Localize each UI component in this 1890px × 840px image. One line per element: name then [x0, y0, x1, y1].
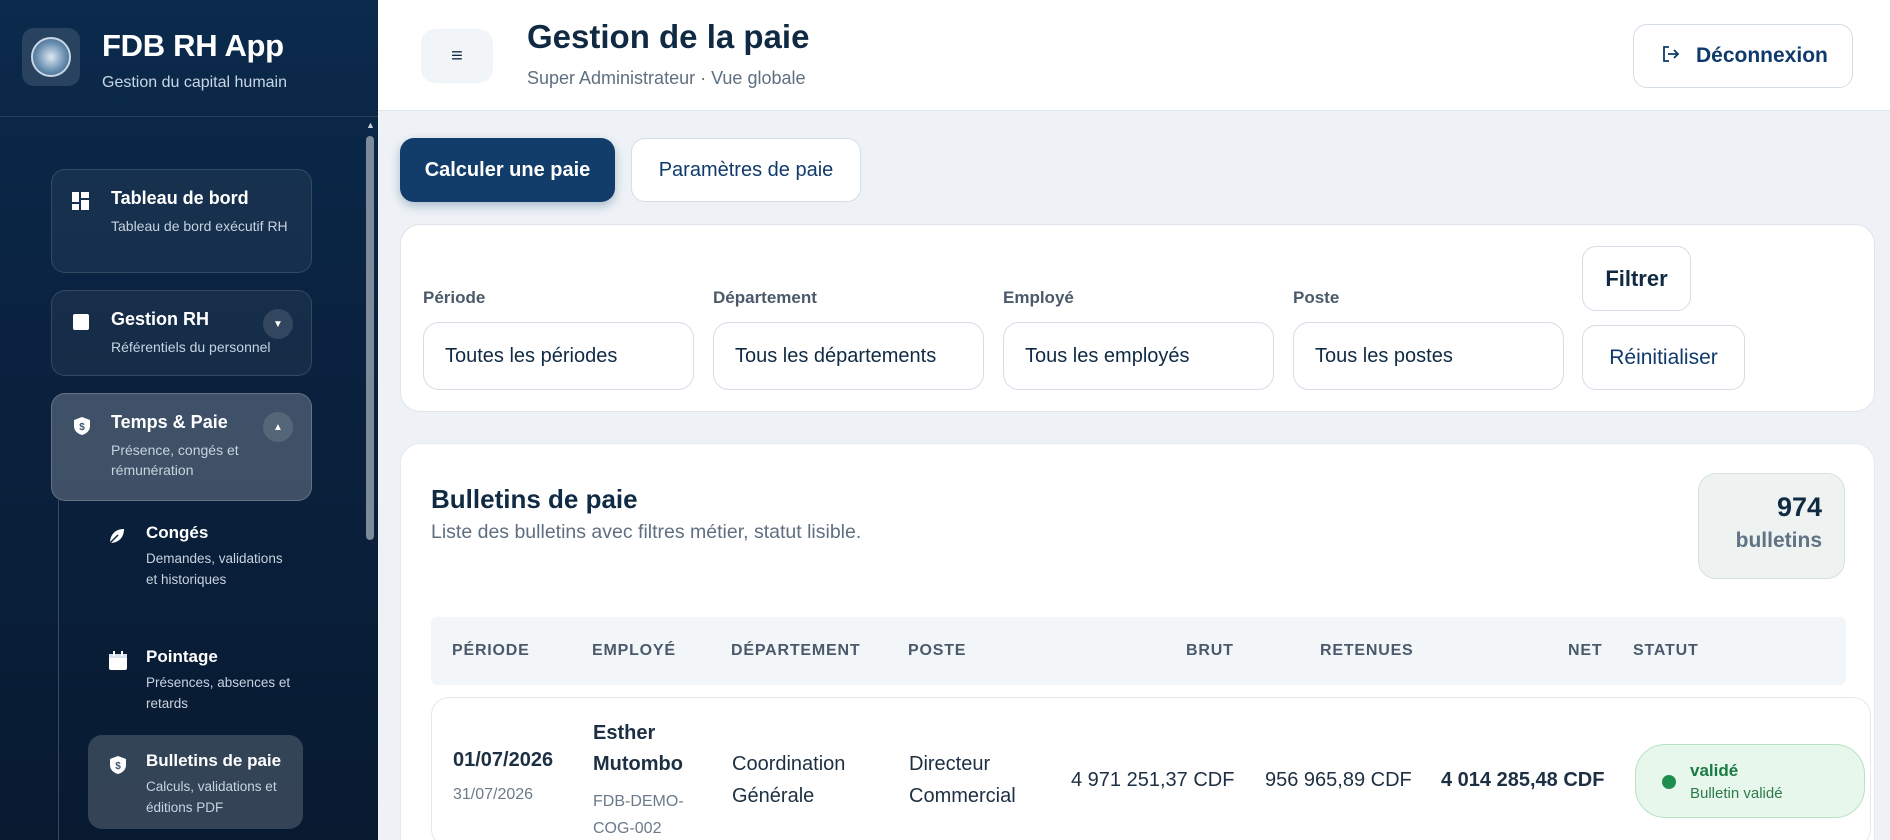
- square-icon: [72, 313, 90, 331]
- column-header-employe[interactable]: EMPLOYÉ: [592, 642, 676, 660]
- brut-amount: 4 971 251,37 CDF: [1071, 769, 1235, 791]
- column-header-departement[interactable]: DÉPARTEMENT: [731, 642, 860, 660]
- subnav-divider: [58, 500, 59, 840]
- poste-line1: Directeur: [909, 753, 991, 775]
- money-shield-icon: $: [108, 755, 126, 774]
- sidebar-item-temps-paie[interactable]: $ Temps & Paie Présence, congés et rémun…: [51, 393, 312, 501]
- sidebar-item-description: Tableau de bord exécutif RH: [111, 218, 288, 234]
- tab-calculer-une-paie[interactable]: Calculer une paie: [400, 138, 615, 202]
- column-header-net[interactable]: NET: [1568, 642, 1602, 660]
- logout-icon: [1662, 45, 1680, 67]
- poste-select[interactable]: Tous les postes: [1293, 322, 1564, 390]
- net-amount: 4 014 285,48 CDF: [1441, 769, 1605, 791]
- scroll-up-arrow-icon[interactable]: ▲: [366, 120, 375, 130]
- sidebar-item-label: Gestion RH: [111, 309, 210, 329]
- section-subtitle: Liste des bulletins avec filtres métier,…: [431, 521, 862, 543]
- hamburger-menu-icon: ≡: [451, 44, 463, 67]
- svg-text:$: $: [79, 422, 85, 433]
- logo-emblem: [31, 37, 71, 77]
- chevron-down-icon[interactable]: ▼: [263, 309, 293, 339]
- page-title: Gestion de la paie: [527, 18, 810, 55]
- periode-end: 31/07/2026: [453, 786, 534, 803]
- brand-title: FDB RH App: [102, 28, 284, 63]
- periode-select[interactable]: Toutes les périodes: [423, 322, 694, 390]
- svg-text:$: $: [115, 761, 121, 772]
- sidebar-item-label: Temps & Paie: [111, 412, 228, 432]
- status-detail: Bulletin validé: [1690, 785, 1783, 802]
- subitem-description: Calculs, validations et éditions PDF: [146, 779, 277, 815]
- logout-label: Déconnexion: [1696, 44, 1828, 67]
- sidebar-item-gestion-rh[interactable]: Gestion RH Référentiels du personnel ▼: [51, 290, 312, 376]
- employe-name-line2: Mutombo: [593, 753, 683, 775]
- sidebar-scrollbar[interactable]: ▲: [364, 118, 376, 840]
- brand: FDB RH App Gestion du capital humain: [0, 0, 378, 117]
- money-shield-icon: $: [72, 416, 90, 435]
- tab-parametres-de-paie[interactable]: Paramètres de paie: [631, 138, 861, 202]
- subitem-label: Pointage: [146, 647, 218, 666]
- poste-line2: Commercial: [909, 785, 1016, 807]
- column-header-brut[interactable]: BRUT: [1186, 642, 1234, 660]
- departement-label: Département: [713, 288, 817, 307]
- logout-button[interactable]: Déconnexion: [1633, 24, 1853, 88]
- periode-start: 01/07/2026: [453, 749, 554, 771]
- page-subtitle: Super Administrateur · Vue globale: [527, 68, 806, 88]
- status-badge: validé Bulletin validé: [1635, 744, 1865, 818]
- column-header-periode[interactable]: PÉRIODE: [452, 642, 530, 660]
- sidebar-subitem-pointage[interactable]: Pointage Présences, absences et retards: [88, 647, 303, 727]
- chevron-up-icon[interactable]: ▲: [263, 412, 293, 442]
- sidebar-item-description: Présence, congés et rémunération: [111, 442, 239, 478]
- subitem-description: Présences, absences et retards: [146, 675, 291, 711]
- column-header-statut[interactable]: STATUT: [1633, 642, 1699, 660]
- app-logo: [22, 28, 80, 86]
- count-badge: 974 bulletins: [1698, 473, 1845, 579]
- departement-line2: Générale: [732, 785, 815, 807]
- subitem-label: Congés: [146, 523, 209, 542]
- employe-code-line1: FDB-DEMO-: [593, 793, 684, 810]
- departement-select[interactable]: Tous les départements: [713, 322, 984, 390]
- subitem-label: Bulletins de paie: [146, 751, 282, 770]
- departement-line1: Coordination: [732, 753, 846, 775]
- employe-name-line1: Esther: [593, 722, 656, 744]
- table-row[interactable]: 01/07/2026 31/07/2026 Esther Mutombo FDB…: [431, 697, 1871, 840]
- status-label: validé: [1690, 761, 1739, 780]
- section-title: Bulletins de paie: [431, 484, 638, 514]
- menu-toggle-button[interactable]: ≡: [421, 29, 493, 83]
- dashboard-icon: [72, 192, 90, 210]
- employe-code-line2: COG-002: [593, 820, 662, 837]
- subitem-description: Demandes, validations et historiques: [146, 551, 283, 587]
- sidebar-item-description: Référentiels du personnel: [111, 339, 271, 355]
- sidebar: FDB RH App Gestion du capital humain ▲ T…: [0, 0, 378, 840]
- sidebar-scrollbar-thumb[interactable]: [366, 136, 374, 540]
- calendar-icon: [108, 651, 127, 670]
- employe-select[interactable]: Tous les employés: [1003, 322, 1274, 390]
- status-dot-icon: [1662, 775, 1676, 789]
- periode-label: Période: [423, 288, 486, 307]
- bulletins-panel: Bulletins de paie Liste des bulletins av…: [400, 443, 1875, 840]
- leaf-icon: [108, 527, 126, 545]
- poste-label: Poste: [1293, 288, 1340, 307]
- filters-panel: Période Toutes les périodes Département …: [400, 224, 1875, 412]
- sidebar-subitem-conges[interactable]: Congés Demandes, validations et historiq…: [88, 523, 303, 613]
- bulletins-count: 974: [1776, 492, 1822, 522]
- employe-label: Employé: [1003, 288, 1074, 307]
- bulletins-count-label: bulletins: [1735, 529, 1822, 552]
- sidebar-item-tableau-de-bord[interactable]: Tableau de bord Tableau de bord exécutif…: [51, 169, 312, 273]
- retenues-amount: 956 965,89 CDF: [1265, 769, 1412, 791]
- table-header: PÉRIODE EMPLOYÉ DÉPARTEMENT POSTE BRUT R…: [431, 617, 1846, 685]
- column-header-retenues[interactable]: RETENUES: [1320, 642, 1414, 660]
- sidebar-item-label: Tableau de bord: [111, 188, 249, 208]
- column-header-poste[interactable]: POSTE: [908, 642, 966, 660]
- top-header: ≡ Gestion de la paie Super Administrateu…: [378, 0, 1890, 111]
- brand-subtitle: Gestion du capital humain: [102, 74, 287, 91]
- reset-button[interactable]: Réinitialiser: [1582, 325, 1745, 390]
- filter-button[interactable]: Filtrer: [1582, 246, 1691, 311]
- sidebar-subitem-bulletins-de-paie[interactable]: $ Bulletins de paie Calculs, validations…: [88, 735, 303, 829]
